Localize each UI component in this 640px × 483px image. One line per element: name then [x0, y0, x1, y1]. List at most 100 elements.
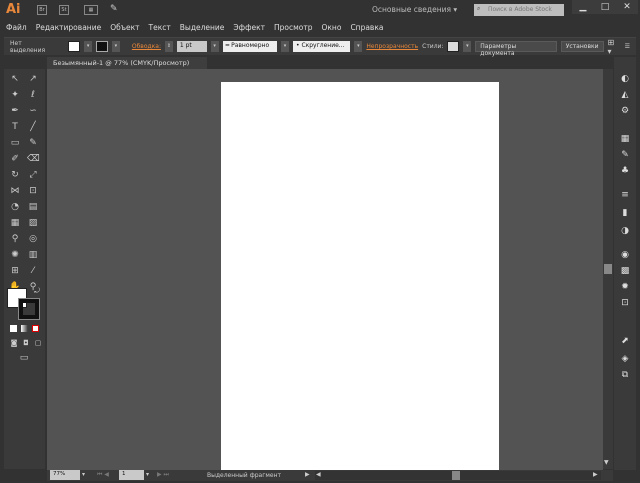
gradient-tool-icon[interactable]: ▨: [27, 217, 39, 229]
stock-icon[interactable]: St: [59, 5, 69, 15]
shape-builder-tool-icon[interactable]: ◔: [9, 201, 21, 213]
style-swatch[interactable]: [447, 41, 460, 52]
maximize-button[interactable]: □: [594, 0, 616, 14]
lasso-tool-icon[interactable]: ℓ: [27, 89, 39, 101]
perspective-grid-tool-icon[interactable]: ▤: [27, 201, 39, 213]
page-input[interactable]: 1: [119, 470, 144, 480]
draw-normal-icon[interactable]: ◙: [8, 337, 20, 349]
eraser-tool-icon[interactable]: ⌫: [27, 153, 40, 165]
align-icon[interactable]: ⊞ ▾: [608, 38, 621, 56]
swatches-icon[interactable]: ▦: [619, 133, 631, 145]
screen-mode-icon[interactable]: ▭: [18, 352, 30, 364]
stroke-stepper[interactable]: ⇕: [164, 41, 173, 52]
width-tool-icon[interactable]: ⋈: [9, 185, 21, 197]
line-tool-icon[interactable]: ╱: [27, 121, 39, 133]
curvature-tool-icon[interactable]: ∽: [27, 105, 39, 117]
graphic-styles-icon[interactable]: ▩: [619, 265, 631, 277]
next-page-icon[interactable]: ▶ ⏭: [157, 471, 169, 479]
zoom-input[interactable]: 77%: [50, 470, 80, 480]
menu-file[interactable]: Файл: [6, 23, 27, 32]
export-icon[interactable]: ⬈: [619, 335, 631, 347]
bridge-icon[interactable]: Br: [37, 5, 47, 15]
vertical-scrollbar[interactable]: ▼: [603, 69, 613, 469]
menu-effect[interactable]: Эффект: [233, 23, 265, 32]
artboard-tool-icon[interactable]: ⊞: [9, 265, 21, 277]
canvas-area[interactable]: [47, 69, 603, 470]
rectangle-tool-icon[interactable]: ▭: [9, 137, 21, 149]
workspace-switcher[interactable]: Основные сведения ▾: [372, 5, 457, 14]
symbol-sprayer-tool-icon[interactable]: ✺: [9, 249, 21, 261]
first-page-icon[interactable]: ⏮ ◀: [97, 471, 109, 479]
vertical-scroll-thumb[interactable]: [604, 264, 612, 274]
mesh-tool-icon[interactable]: ▦: [9, 217, 21, 229]
menu-edit[interactable]: Редактирование: [36, 23, 101, 32]
gradient-panel-icon[interactable]: ▮: [619, 207, 631, 219]
profile-dropdown[interactable]: ▾: [281, 41, 289, 52]
brush-definition[interactable]: • Скругление...: [292, 41, 351, 52]
gradient-mode-icon[interactable]: [21, 325, 28, 332]
scroll-right-icon[interactable]: ▶: [593, 471, 598, 478]
status-menu-icon[interactable]: ▶: [305, 471, 310, 478]
stroke-color-swatch[interactable]: [18, 298, 40, 320]
close-button[interactable]: ✕: [616, 0, 638, 14]
appearance-icon[interactable]: ◉: [619, 249, 631, 261]
selection-tool-icon[interactable]: ↖: [9, 73, 21, 85]
fill-dropdown[interactable]: ▾: [84, 41, 93, 52]
none-mode-icon[interactable]: [32, 325, 39, 332]
menu-type[interactable]: Текст: [149, 23, 171, 32]
graph-tool-icon[interactable]: ▥: [27, 249, 39, 261]
pen-tool-icon[interactable]: ✒: [9, 105, 21, 117]
status-info[interactable]: Выделенный фрагмент: [207, 472, 281, 479]
stroke-weight-input[interactable]: 1 pt: [176, 41, 207, 52]
document-tab[interactable]: Безымянный-1 @ 77% (CMYK/Просмотр) ×: [47, 57, 207, 75]
horizontal-scroll-thumb[interactable]: [452, 471, 460, 480]
asset-export-icon[interactable]: ⊡: [619, 297, 631, 309]
symbols-icon[interactable]: ♣: [619, 165, 631, 177]
eyedropper-tool-icon[interactable]: ⚲: [9, 233, 21, 245]
menu-help[interactable]: Справка: [350, 23, 383, 32]
image-trace-icon[interactable]: ✹: [619, 281, 631, 293]
brushes-icon[interactable]: ✎: [619, 149, 631, 161]
menu-select[interactable]: Выделение: [180, 23, 225, 32]
color-guide-icon[interactable]: ◭: [619, 89, 631, 101]
zoom-dropdown[interactable]: ▾: [82, 471, 85, 478]
rotate-tool-icon[interactable]: ↻: [9, 169, 21, 181]
style-dropdown[interactable]: ▾: [463, 41, 472, 52]
paintbrush-tool-icon[interactable]: ✎: [27, 137, 39, 149]
stock-search-input[interactable]: Поиск в Adobe Stock ⌕: [474, 4, 564, 16]
artboards-panel-icon[interactable]: ⧉: [619, 369, 631, 381]
free-transform-tool-icon[interactable]: ⊡: [27, 185, 39, 197]
magic-wand-tool-icon[interactable]: ✦: [9, 89, 21, 101]
menu-view[interactable]: Просмотр: [274, 23, 313, 32]
direct-selection-tool-icon[interactable]: ↗: [27, 73, 39, 85]
brush-dropdown[interactable]: ▾: [354, 41, 363, 52]
transparency-icon[interactable]: ◑: [619, 225, 631, 237]
menu-window[interactable]: Окно: [322, 23, 342, 32]
scale-tool-icon[interactable]: ⤢: [27, 169, 39, 181]
preferences-button[interactable]: Установки: [560, 41, 604, 52]
stroke-panel-icon[interactable]: ≡: [619, 189, 631, 201]
minimize-button[interactable]: ▁: [572, 0, 594, 14]
horizontal-scrollbar[interactable]: ◀ ▶: [315, 471, 601, 480]
color-panel-icon[interactable]: ◐: [619, 73, 631, 85]
fill-swatch[interactable]: [68, 41, 81, 52]
scroll-left-icon[interactable]: ◀: [316, 471, 321, 478]
blend-tool-icon[interactable]: ◎: [27, 233, 39, 245]
arrange-icon[interactable]: ▦: [84, 5, 98, 15]
stroke-weight-dropdown[interactable]: ▾: [210, 41, 219, 52]
panel-menu-icon[interactable]: ☰: [625, 43, 630, 50]
swap-colors-icon[interactable]: ⤾: [31, 285, 43, 297]
stroke-swatch[interactable]: [96, 41, 108, 52]
draw-behind-icon[interactable]: ◘: [20, 337, 32, 349]
type-tool-icon[interactable]: T: [9, 121, 21, 133]
page-dropdown[interactable]: ▾: [146, 471, 149, 478]
opacity-label[interactable]: Непрозрачность: [366, 43, 418, 50]
draw-inside-icon[interactable]: ▢: [32, 337, 44, 349]
layers-icon[interactable]: ◈: [619, 353, 631, 365]
variable-width-profile[interactable]: ━ Равномерно: [222, 41, 278, 52]
artboard[interactable]: [221, 82, 499, 470]
stroke-dropdown[interactable]: ▾: [111, 41, 120, 52]
gpu-icon[interactable]: ✎: [110, 4, 118, 14]
document-setup-button[interactable]: Параметры документа: [475, 41, 557, 57]
stroke-label[interactable]: Обводка:: [132, 43, 161, 50]
